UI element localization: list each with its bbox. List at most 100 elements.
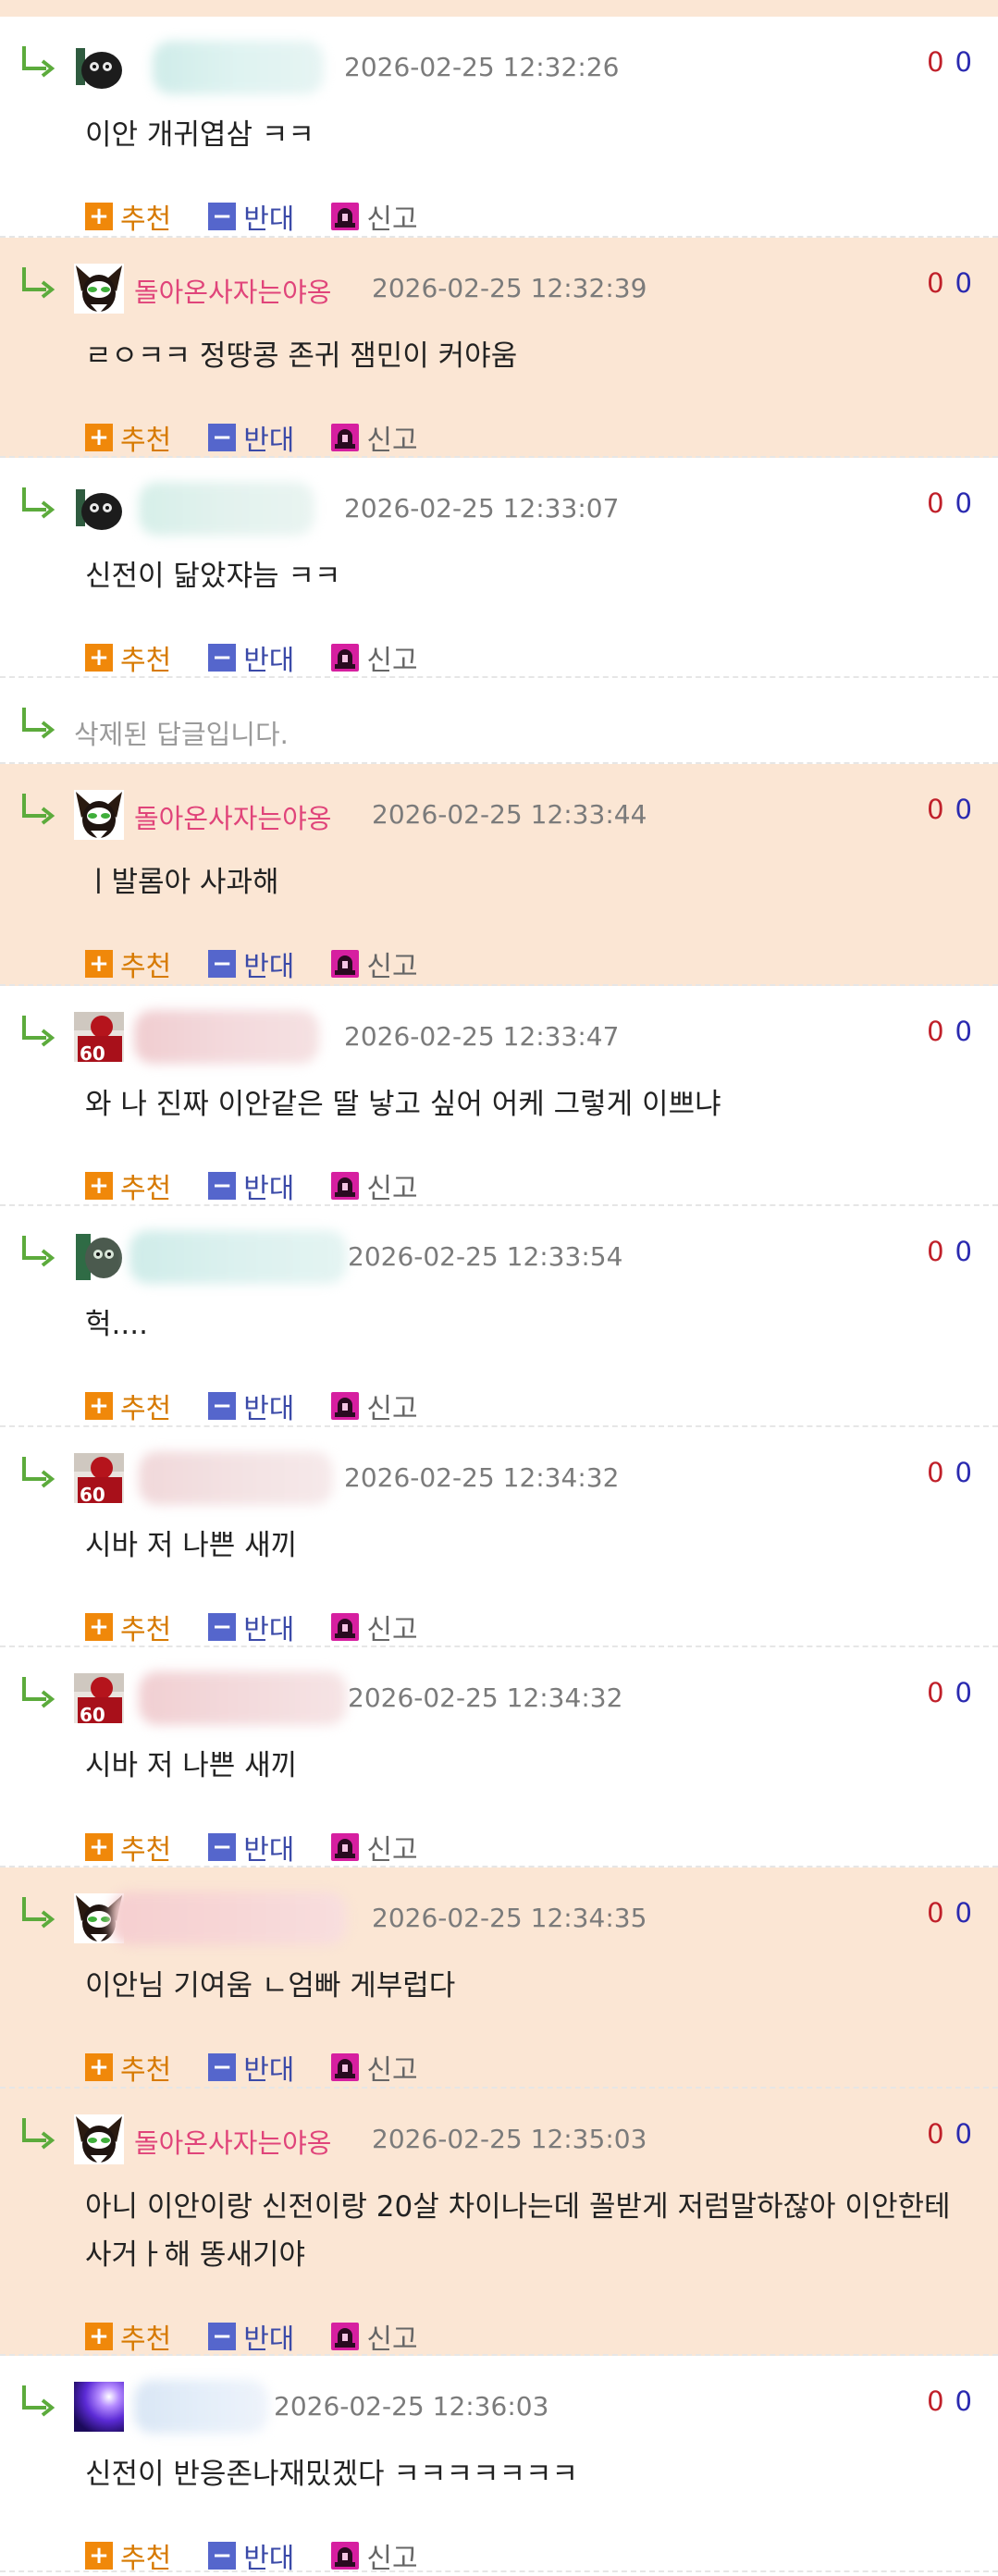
comment-text-line: 시바 저 나쁜 새끼 bbox=[85, 1529, 298, 1562]
plus-icon: + bbox=[85, 424, 113, 451]
avatar[interactable] bbox=[74, 2382, 124, 2432]
siren-icon bbox=[331, 1613, 360, 1641]
comment-text-line: 이안 개귀엽삼 ㅋㅋ bbox=[85, 118, 314, 152]
nickname-blurred[interactable] bbox=[139, 482, 314, 536]
report-button[interactable]: 신고 bbox=[331, 2047, 418, 2088]
downvote-count: 0 bbox=[955, 2385, 972, 2417]
comment-item: 돌아온사자는야옹 2026-02-25 12:32:39 00 ㄹㅇㅋㅋ 정땅콩 … bbox=[0, 238, 998, 458]
timestamp: 2026-02-25 12:34:32 bbox=[348, 1682, 623, 1713]
oppose-button[interactable]: − 반대 bbox=[208, 2047, 294, 2088]
avatar[interactable]: 60 bbox=[74, 1673, 124, 1723]
nickname[interactable]: 돌아온사자는야옹 bbox=[134, 2122, 331, 2161]
recommend-label: 추천 bbox=[120, 1393, 172, 1425]
minus-icon: − bbox=[208, 2053, 237, 2081]
plus-icon: + bbox=[85, 1613, 113, 1641]
reply-arrow-icon bbox=[22, 2385, 55, 2417]
avatar[interactable]: 60 bbox=[74, 1453, 124, 1503]
report-button[interactable]: 신고 bbox=[331, 417, 418, 458]
recommend-button[interactable]: + 추천 bbox=[85, 1386, 171, 1426]
report-button[interactable]: 신고 bbox=[331, 1165, 418, 1206]
nickname-blurred[interactable] bbox=[129, 1230, 347, 1284]
downvote-count: 0 bbox=[955, 1897, 972, 1929]
downvote-count: 0 bbox=[955, 2118, 972, 2150]
recommend-button[interactable]: + 추천 bbox=[85, 2535, 171, 2576]
comment-body: 이안 개귀엽삼 ㅋㅋ bbox=[85, 111, 970, 159]
oppose-label: 반대 bbox=[243, 645, 295, 677]
oppose-button[interactable]: − 반대 bbox=[208, 1607, 294, 1647]
report-button[interactable]: 신고 bbox=[331, 637, 418, 678]
oppose-label: 반대 bbox=[243, 1393, 295, 1425]
recommend-button[interactable]: + 추천 bbox=[85, 1827, 171, 1867]
oppose-button[interactable]: − 반대 bbox=[208, 2535, 294, 2576]
upvote-count: 0 bbox=[927, 1677, 944, 1708]
downvote-count: 0 bbox=[955, 267, 972, 299]
oppose-button[interactable]: − 반대 bbox=[208, 417, 294, 458]
nickname-blurred[interactable] bbox=[134, 2380, 268, 2434]
report-button[interactable]: 신고 bbox=[331, 943, 418, 984]
recommend-button[interactable]: + 추천 bbox=[85, 1165, 171, 1206]
nickname[interactable]: 돌아온사자는야옹 bbox=[134, 271, 331, 310]
nickname-blurred[interactable] bbox=[139, 1451, 333, 1505]
nickname-blurred[interactable] bbox=[111, 1892, 347, 1945]
comment-text-line: 와 나 진짜 이안같은 딸 낳고 싶어 어케 그렇게 이쁘냐 bbox=[85, 1088, 721, 1121]
avatar[interactable] bbox=[74, 264, 124, 314]
oppose-button[interactable]: − 반대 bbox=[208, 1165, 294, 1206]
nickname-blurred[interactable] bbox=[153, 41, 324, 94]
siren-icon bbox=[331, 950, 360, 978]
plus-icon: + bbox=[85, 2542, 113, 2570]
oppose-button[interactable]: − 반대 bbox=[208, 1386, 294, 1426]
report-button[interactable]: 신고 bbox=[331, 196, 418, 237]
comment-text-line: 시바 저 나쁜 새끼 bbox=[85, 1749, 298, 1782]
recommend-label: 추천 bbox=[120, 951, 172, 983]
oppose-button[interactable]: − 반대 bbox=[208, 1827, 294, 1867]
recommend-button[interactable]: + 추천 bbox=[85, 2047, 171, 2088]
report-button[interactable]: 신고 bbox=[331, 2535, 418, 2576]
report-button[interactable]: 신고 bbox=[331, 2316, 418, 2357]
report-button[interactable]: 신고 bbox=[331, 1386, 418, 1426]
deleted-notice: 삭제된 답글입니다. bbox=[74, 719, 289, 750]
report-label: 신고 bbox=[366, 1173, 418, 1205]
avatar[interactable] bbox=[74, 2114, 124, 2164]
oppose-label: 반대 bbox=[243, 2543, 295, 2575]
svg-text:60: 60 bbox=[80, 1042, 105, 1062]
recommend-button[interactable]: + 추천 bbox=[85, 196, 171, 237]
comment-body: 신전이 닮았쟈늠 ㅋㅋ bbox=[85, 552, 970, 600]
timestamp: 2026-02-25 12:36:03 bbox=[274, 2391, 549, 2422]
report-button[interactable]: 신고 bbox=[331, 1827, 418, 1867]
timestamp: 2026-02-25 12:35:03 bbox=[372, 2124, 647, 2154]
report-label: 신고 bbox=[366, 2054, 418, 2087]
recommend-button[interactable]: + 추천 bbox=[85, 417, 171, 458]
oppose-button[interactable]: − 반대 bbox=[208, 943, 294, 984]
report-label: 신고 bbox=[366, 2323, 418, 2356]
avatar[interactable] bbox=[74, 790, 124, 840]
avatar[interactable]: 60 bbox=[74, 1012, 124, 1062]
recommend-label: 추천 bbox=[120, 203, 172, 236]
recommend-button[interactable]: + 추천 bbox=[85, 2316, 171, 2357]
nickname[interactable]: 돌아온사자는야옹 bbox=[134, 797, 331, 836]
comment-body: ㅣ발롬아 사과해 bbox=[85, 858, 970, 906]
oppose-button[interactable]: − 반대 bbox=[208, 196, 294, 237]
comment-text-line: 신전이 반응존나재밌겠다 ㅋㅋㅋㅋㅋㅋㅋ bbox=[85, 2458, 579, 2491]
avatar[interactable] bbox=[74, 43, 124, 92]
avatar[interactable] bbox=[74, 1232, 124, 1282]
comment-item: 2026-02-25 12:33:54 00 헉.... + 추천 − 반대 신… bbox=[0, 1206, 998, 1427]
comment-actions: + 추천 − 반대 신고 bbox=[85, 417, 455, 458]
comment-text-line: 신전이 닮았쟈늠 ㅋㅋ bbox=[85, 560, 341, 593]
timestamp: 2026-02-25 12:33:44 bbox=[372, 799, 647, 830]
comment-actions: + 추천 − 반대 신고 bbox=[85, 2535, 455, 2576]
oppose-button[interactable]: − 반대 bbox=[208, 637, 294, 678]
comment-actions: + 추천 − 반대 신고 bbox=[85, 196, 455, 237]
reply-arrow-icon bbox=[22, 1236, 55, 1267]
recommend-button[interactable]: + 추천 bbox=[85, 1607, 171, 1647]
comment-body: ㄹㅇㅋㅋ 정땅콩 존귀 잼민이 커야움 bbox=[85, 332, 970, 380]
nickname-blurred[interactable] bbox=[134, 1010, 319, 1064]
upvote-count: 0 bbox=[927, 1016, 944, 1047]
avatar[interactable] bbox=[74, 484, 124, 534]
nickname-blurred[interactable] bbox=[139, 1671, 347, 1725]
deleted-comment: 삭제된 답글입니다. bbox=[0, 678, 998, 764]
oppose-button[interactable]: − 반대 bbox=[208, 2316, 294, 2357]
report-button[interactable]: 신고 bbox=[331, 1607, 418, 1647]
recommend-button[interactable]: + 추천 bbox=[85, 943, 171, 984]
downvote-count: 0 bbox=[955, 46, 972, 78]
recommend-button[interactable]: + 추천 bbox=[85, 637, 171, 678]
